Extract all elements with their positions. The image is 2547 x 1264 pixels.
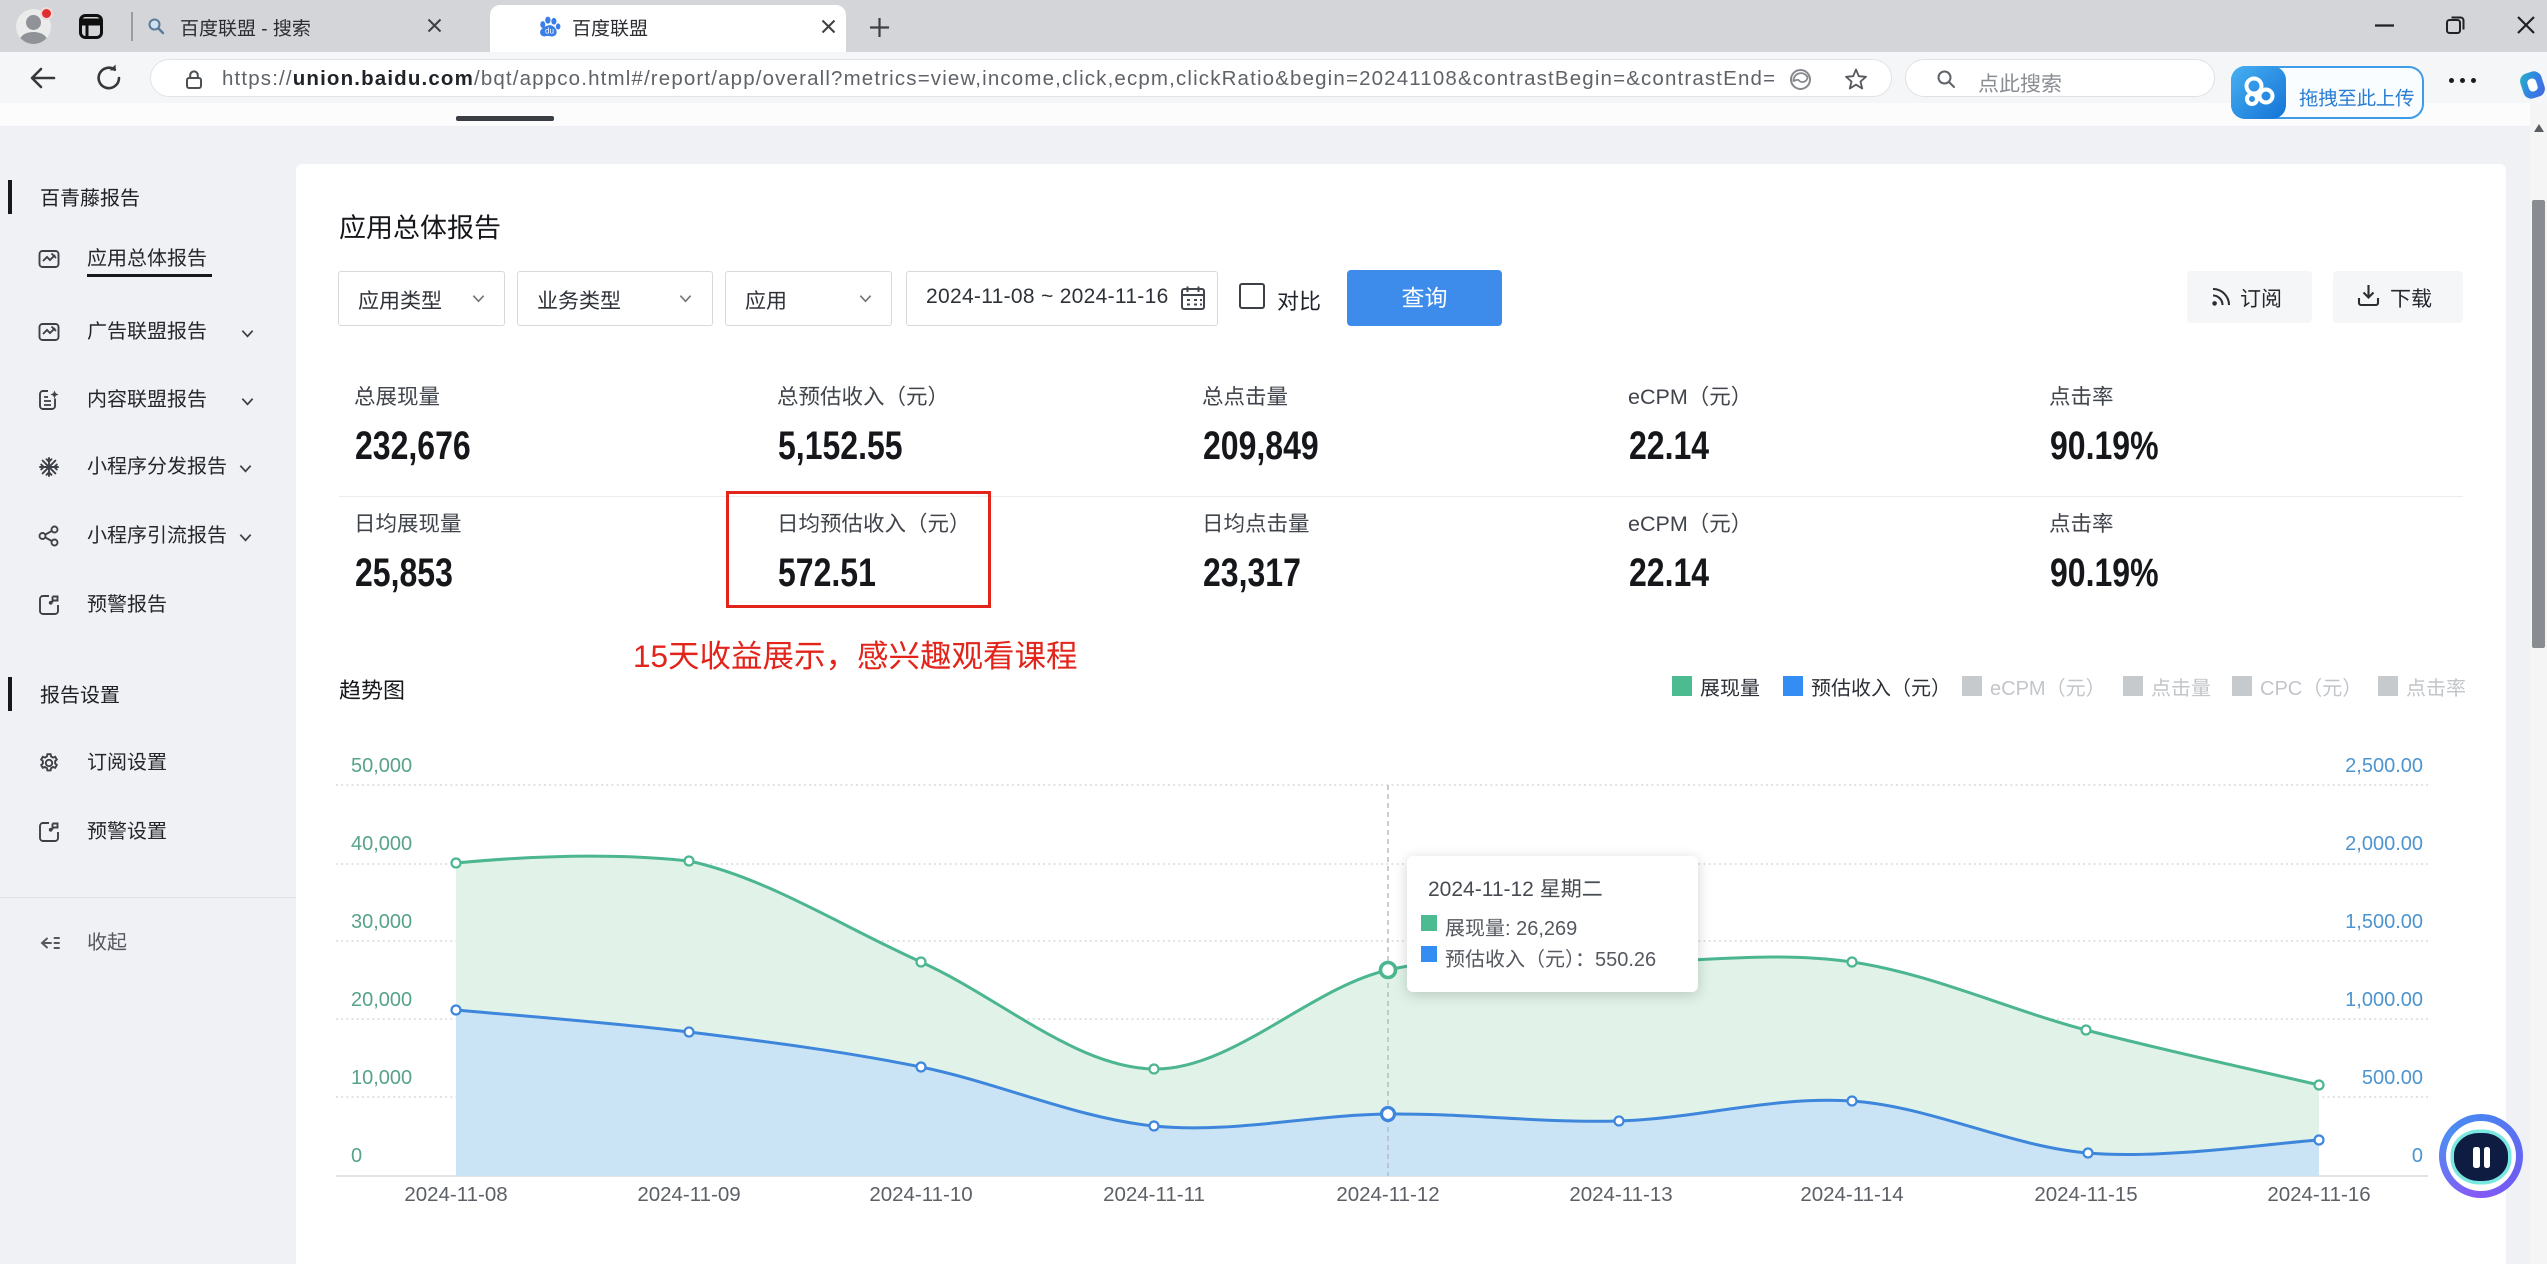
svg-text:2024-11-12: 2024-11-12 xyxy=(1336,1183,1439,1206)
svg-text:10,000: 10,000 xyxy=(351,1067,412,1089)
svg-text:2,500.00: 2,500.00 xyxy=(2345,755,2423,777)
svg-text:1,500.00: 1,500.00 xyxy=(2345,911,2423,933)
svg-text:2024-11-11: 2024-11-11 xyxy=(1103,1183,1205,1206)
svg-text:50,000: 50,000 xyxy=(351,755,412,777)
svg-text:2024-11-14: 2024-11-14 xyxy=(1800,1183,1903,1206)
svg-text:1,000.00: 1,000.00 xyxy=(2345,989,2423,1011)
svg-text:2024-11-08: 2024-11-08 xyxy=(404,1183,507,1206)
svg-text:40,000: 40,000 xyxy=(351,833,412,855)
svg-text:2024-11-09: 2024-11-09 xyxy=(637,1183,740,1206)
svg-text:2024-11-16: 2024-11-16 xyxy=(2267,1183,2370,1206)
svg-text:30,000: 30,000 xyxy=(351,911,412,933)
svg-text:2024-11-10: 2024-11-10 xyxy=(869,1183,972,1206)
svg-text:2024-11-13: 2024-11-13 xyxy=(1569,1183,1672,1206)
svg-text:2024-11-15: 2024-11-15 xyxy=(2034,1183,2137,1206)
svg-text:20,000: 20,000 xyxy=(351,989,412,1011)
svg-text:0: 0 xyxy=(2412,1145,2423,1167)
svg-text:2,000.00: 2,000.00 xyxy=(2345,833,2423,855)
svg-text:0: 0 xyxy=(351,1145,362,1167)
svg-text:500.00: 500.00 xyxy=(2362,1067,2423,1089)
